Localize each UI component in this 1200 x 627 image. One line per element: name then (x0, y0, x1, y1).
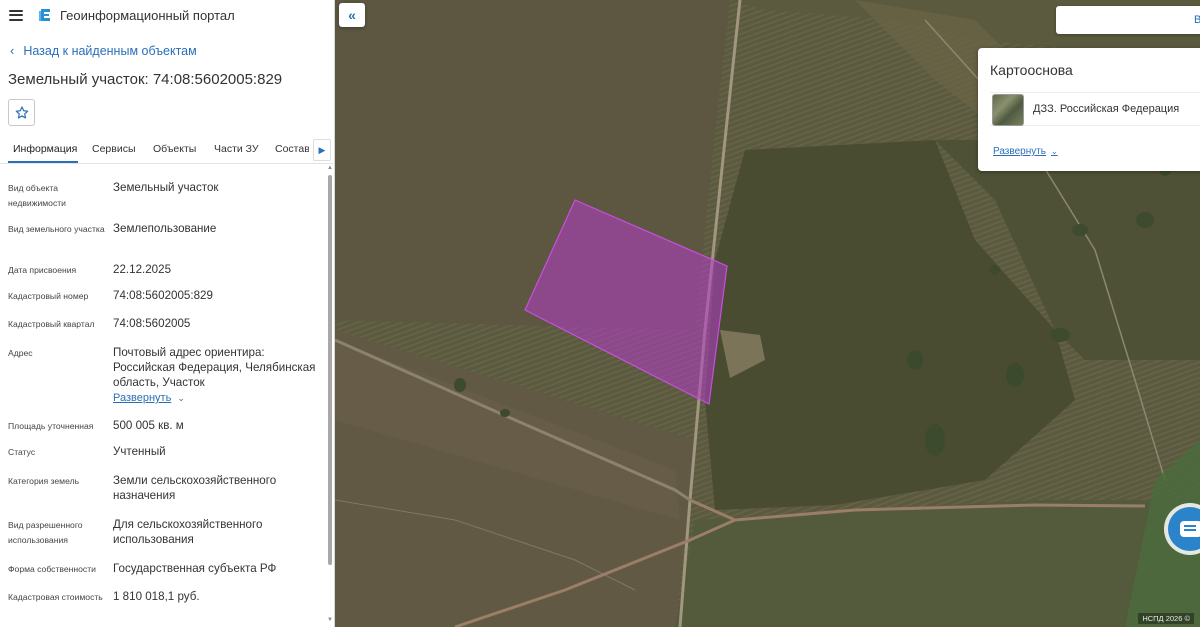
scroll-up-arrow-icon[interactable]: ▲ (327, 165, 333, 171)
address-expand-link[interactable]: Развернуть ⌄ (113, 391, 318, 406)
tab-strip: Информация Сервисы Объекты Части ЗУ Сост… (0, 137, 309, 164)
chevron-down-icon: ⌄ (1051, 147, 1058, 156)
menu-icon[interactable] (9, 9, 23, 21)
chat-icon (1180, 521, 1200, 537)
property-label: Форма собственности (8, 564, 96, 574)
tab-parts[interactable]: Части ЗУ (214, 143, 259, 155)
scroll-down-arrow-icon[interactable]: ▼ (327, 617, 333, 623)
chevron-down-icon: ⌄ (177, 393, 185, 403)
property-label: Дата присвоения (8, 265, 77, 275)
portal-logo-icon (39, 9, 50, 21)
property-value: 22.12.2025 (113, 263, 172, 276)
property-label: Вид земельного участка (8, 224, 105, 234)
map-view[interactable]: « Ве Картооснова ДЗЗ. Российская Федерац… (335, 0, 1200, 627)
app-root: Геоинформационный портал ‹ Назад к найде… (0, 0, 1200, 627)
basemap-title: Картооснова (990, 62, 1073, 78)
favorite-button[interactable] (8, 99, 35, 126)
collapse-panel-button[interactable]: « (339, 3, 365, 27)
property-value: 74:08:5602005:829 (113, 289, 213, 302)
property-value: Для сельскохозяйственного использования (113, 518, 263, 546)
property-label: Категория земель (8, 476, 80, 486)
basemap-expand-label: Развернуть (993, 146, 1047, 157)
chevron-right-icon: ▶ (318, 144, 326, 155)
property-label: Кадастровый номер (8, 291, 89, 301)
tabs-scroll-right-button[interactable]: ▶ (313, 139, 331, 161)
property-value: 500 005 кв. м (113, 419, 184, 432)
basemap-expand-link[interactable]: Развернуть ⌄ (993, 146, 1058, 157)
basemap-option-label: ДЗЗ. Российская Федерация (1033, 103, 1180, 115)
property-value: Учтенный (113, 445, 166, 458)
chevron-left-icon: ‹ (10, 43, 15, 58)
object-info-panel: Геоинформационный портал ‹ Назад к найде… (0, 0, 335, 627)
property-label: Кадастровый квартал (8, 319, 95, 329)
tab-composition[interactable]: Состав (275, 143, 309, 155)
property-value: Земли сельскохозяйственного назначения (113, 474, 277, 502)
app-title: Геоинформационный портал (60, 7, 235, 23)
property-value: Почтовый адрес ориентира: Российская Фед… (113, 346, 316, 389)
tab-objects[interactable]: Объекты (153, 143, 196, 155)
top-bar: Геоинформационный портал (0, 0, 334, 30)
property-value: 1 810 018,1 руб. (113, 590, 200, 603)
basemap-card: Картооснова ДЗЗ. Российская Федерация Ра… (978, 48, 1200, 171)
property-label: Площадь уточненная (8, 421, 94, 431)
scrollbar-thumb[interactable] (328, 175, 332, 565)
parcel-polygon[interactable] (524, 199, 728, 405)
property-value: Землепользование (113, 222, 217, 235)
back-link-label: Назад к найденным объектам (23, 43, 197, 58)
object-title: Земельный участок: 74:08:5602005:829 (8, 71, 283, 88)
address-value-block: Почтовый адрес ориентира: Российская Фед… (113, 345, 318, 406)
star-icon (15, 105, 28, 119)
property-label: Адрес (8, 348, 33, 358)
panel-scrollbar[interactable]: ▲ ▼ (327, 165, 333, 627)
tab-information[interactable]: Информация (13, 143, 77, 155)
property-label: Статус (8, 447, 36, 457)
property-label: Вид разрешенного использования (8, 520, 83, 545)
basemap-thumbnail (992, 94, 1024, 126)
property-label: Вид объекта недвижимости (8, 183, 66, 208)
map-copyright: НСПД 2026 © (1138, 613, 1194, 624)
property-value: Государственная субъекта РФ (113, 562, 277, 575)
basemap-option[interactable]: ДЗЗ. Российская Федерация (990, 92, 1200, 126)
back-to-results-link[interactable]: ‹ Назад к найденным объектам (10, 43, 197, 58)
expand-link-label: Развернуть (113, 392, 172, 404)
property-label: Кадастровая стоимость (8, 592, 103, 602)
double-chevron-left-icon: « (348, 7, 356, 23)
property-value: 74:08:5602005 (113, 317, 191, 330)
map-search-box[interactable]: Ве (1056, 6, 1200, 34)
property-value: Земельный участок (113, 181, 219, 194)
object-tabs: Информация Сервисы Объекты Части ЗУ Сост… (0, 137, 333, 164)
active-tab-indicator (8, 161, 78, 163)
search-partial-text: Ве (1194, 14, 1200, 26)
tab-services[interactable]: Сервисы (92, 143, 136, 155)
